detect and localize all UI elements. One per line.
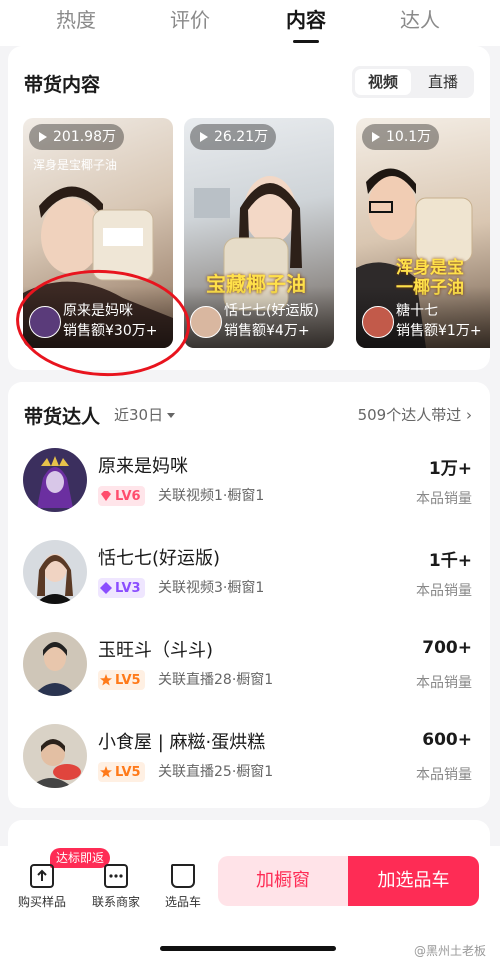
gem-icon xyxy=(101,491,111,501)
creator-meta: 关联直播25·橱窗1 xyxy=(158,764,274,780)
view-count: 10.1万 xyxy=(362,124,440,150)
tab-reviews[interactable]: 评价 xyxy=(170,4,210,33)
video-author: 糖十七 xyxy=(396,303,438,319)
creator-meta: 关联视频3·橱窗1 xyxy=(158,580,265,596)
add-to-window-button[interactable]: 加橱窗 xyxy=(218,856,348,906)
sales-count: 600+ xyxy=(422,730,472,750)
star-icon xyxy=(100,674,112,686)
creators-section-title: 带货达人 xyxy=(24,406,101,428)
sales-count-label: 本品销量 xyxy=(416,583,472,599)
avatar xyxy=(23,724,87,788)
creator-meta: 关联视频1·橱窗1 xyxy=(158,488,265,504)
creator-row[interactable]: 恬七七(好运版) LV3 关联视频3·橱窗1 1千+ 本品销量 xyxy=(8,540,490,630)
chevron-right-icon: › xyxy=(466,406,472,424)
chat-icon xyxy=(104,864,128,888)
creators-section: 带货达人 近30日 509个达人带过 › 原来是妈咪 LV6 关联视频1·橱窗1… xyxy=(8,382,490,808)
tab-content[interactable]: 内容 xyxy=(286,4,326,33)
level-badge: LV5 xyxy=(98,670,145,690)
all-creators-link[interactable]: 509个达人带过 › xyxy=(358,404,472,425)
date-range-select[interactable]: 近30日 xyxy=(114,404,176,425)
play-icon xyxy=(372,132,380,142)
bottom-action-bar: 达标即返 购买样品 联系商家 选品车 加橱窗 加选品车 @黑州土老板 xyxy=(0,846,500,962)
sales-count: 1千+ xyxy=(428,551,472,571)
avatar xyxy=(362,306,394,338)
upload-box-icon xyxy=(30,864,54,888)
avatar xyxy=(190,306,222,338)
video-sales: 销售额¥4万+ xyxy=(224,323,310,339)
level-badge: LV5 xyxy=(98,762,145,782)
creator-name: 玉旺斗（斗斗) xyxy=(98,640,214,661)
avatar xyxy=(23,540,87,604)
avatar xyxy=(23,632,87,696)
creator-row[interactable]: 原来是妈咪 LV6 关联视频1·橱窗1 1万+ 本品销量 xyxy=(8,448,490,538)
buy-sample-button[interactable]: 购买样品 xyxy=(14,864,70,910)
creator-name: 恬七七(好运版) xyxy=(98,548,221,569)
add-to-selection-button[interactable]: 加选品车 xyxy=(348,856,479,906)
level-badge: LV3 xyxy=(98,578,145,598)
content-section-title: 带货内容 xyxy=(24,74,101,96)
tab-heat[interactable]: 热度 xyxy=(56,4,96,33)
video-card[interactable]: 浑身是宝 一椰子油 10.1万 糖十七 销售额¥1万+ xyxy=(356,118,490,348)
video-card[interactable]: 宝藏椰子油 26.21万 恬七七(好运版) 销售额¥4万+ xyxy=(184,118,334,348)
selection-cart-button[interactable]: 选品车 xyxy=(160,864,206,910)
video-sales: 销售额¥1万+ xyxy=(396,323,482,339)
view-count: 26.21万 xyxy=(190,124,277,150)
tab-creators[interactable]: 达人 xyxy=(400,4,440,33)
creator-name: 小食屋 | 麻糍·蛋烘糕 xyxy=(98,732,266,753)
star-icon xyxy=(100,766,112,778)
creator-row[interactable]: 玉旺斗（斗斗) LV5 关联直播28·橱窗1 700+ 本品销量 xyxy=(8,632,490,722)
view-count: 201.98万 xyxy=(29,124,124,150)
level-badge: LV6 xyxy=(98,486,145,506)
cart-icon xyxy=(171,864,195,888)
creator-row[interactable]: 小食屋 | 麻糍·蛋烘糕 LV5 关联直播25·橱窗1 600+ 本品销量 xyxy=(8,724,490,814)
tab-underline xyxy=(293,40,319,43)
sales-count: 1万+ xyxy=(428,459,472,479)
video-author: 恬七七(好运版) xyxy=(224,303,319,319)
sales-count-label: 本品销量 xyxy=(416,491,472,507)
segment-video[interactable]: 视频 xyxy=(355,69,411,95)
play-icon xyxy=(39,132,47,142)
video-caption: 浑身是宝椰子油 xyxy=(33,158,118,172)
contact-merchant-button[interactable]: 联系商家 xyxy=(88,864,144,910)
home-indicator xyxy=(160,946,336,951)
avatar xyxy=(23,448,87,512)
sales-count-label: 本品销量 xyxy=(416,767,472,783)
sales-count-label: 本品销量 xyxy=(416,675,472,691)
watermark: @黑州土老板 xyxy=(413,944,486,958)
content-type-switch: 视频 直播 xyxy=(352,66,474,98)
play-icon xyxy=(200,132,208,142)
top-tab-bar: 热度 评价 内容 达人 xyxy=(0,0,500,46)
creator-name: 原来是妈咪 xyxy=(98,456,188,477)
creator-meta: 关联直播28·橱窗1 xyxy=(158,672,274,688)
caret-down-icon xyxy=(167,413,176,418)
segment-live[interactable]: 直播 xyxy=(415,69,471,95)
gem-icon xyxy=(100,582,112,594)
sales-count: 700+ xyxy=(422,638,472,658)
